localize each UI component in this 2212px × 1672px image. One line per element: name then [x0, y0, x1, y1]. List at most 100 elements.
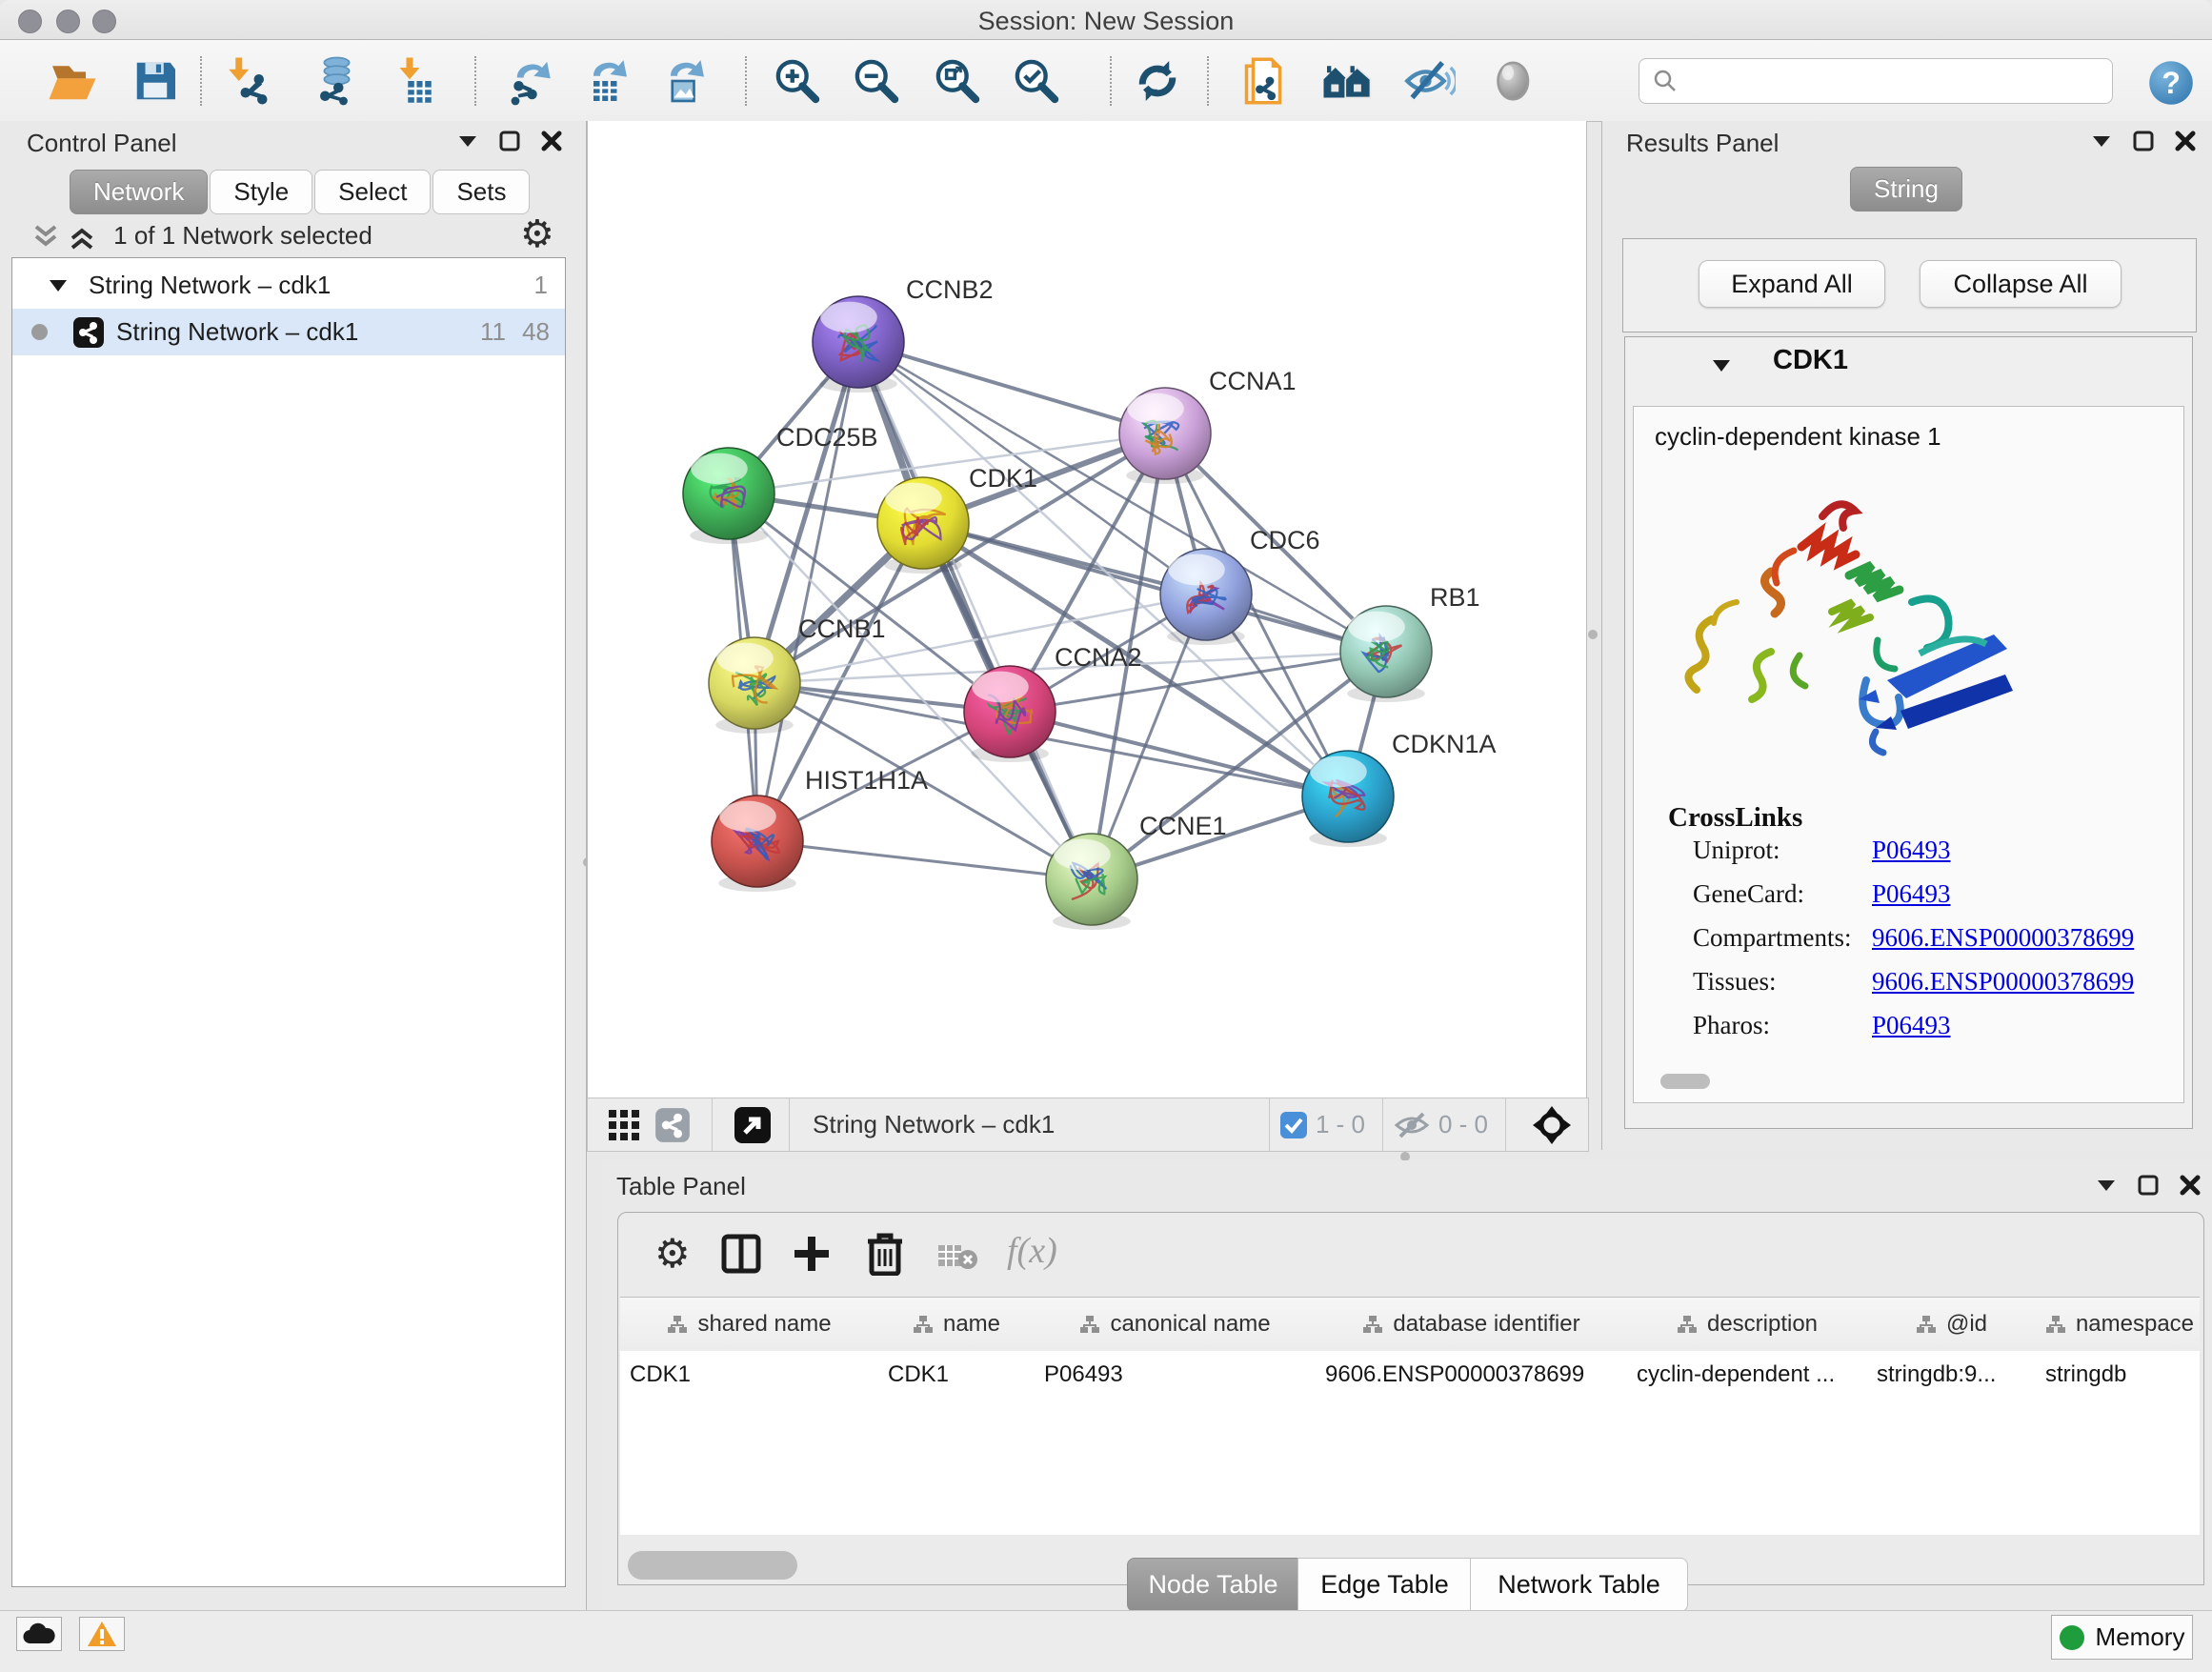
zoom-out-icon[interactable] [849, 53, 904, 109]
zoom-fit-icon[interactable] [930, 53, 985, 109]
node-table[interactable]: shared nameCDK1nameCDK1canonical nameP06… [620, 1297, 2200, 1535]
export-image-icon[interactable] [656, 53, 712, 109]
zoom-in-icon[interactable] [770, 53, 825, 109]
network-node-ccna1[interactable]: CCNA1 [1119, 367, 1297, 484]
tab-network[interactable]: Network [70, 170, 208, 214]
expand-all-button[interactable]: Expand All [1699, 260, 1885, 308]
import-network-database-icon[interactable] [306, 53, 361, 109]
tab-sets[interactable]: Sets [432, 170, 530, 214]
column-header-description[interactable]: description [1627, 1298, 1868, 1351]
add-column-icon[interactable] [792, 1234, 832, 1274]
table-cell[interactable]: stringdb:9... [1867, 1351, 2036, 1399]
network-canvas[interactable]: CCNB2CCNA1CDC25BCDK1CDC6RB1CCNB1CCNA2CDK… [587, 121, 1587, 1098]
crosslink-value-link[interactable]: 9606.ENSP00000378699 [1872, 967, 2134, 997]
network-node-rb1[interactable]: RB1 [1340, 583, 1480, 702]
close-panel-icon[interactable] [2175, 131, 2196, 151]
crosslink-value-link[interactable]: P06493 [1872, 879, 1951, 909]
network-node-ccne1[interactable]: CCNE1 [1046, 812, 1227, 930]
close-panel-icon[interactable] [541, 131, 562, 151]
search-input[interactable] [1685, 67, 2112, 95]
network-from-file-icon[interactable] [1236, 53, 1291, 109]
node-label: HIST1H1A [805, 766, 928, 795]
selected-checkbox-icon[interactable] [1279, 1111, 1308, 1139]
tab-string[interactable]: String [1850, 167, 1962, 212]
network-node-cdkn1a[interactable]: CDKN1A [1302, 730, 1497, 847]
panel-menu-icon[interactable] [457, 134, 478, 148]
separator [712, 1098, 713, 1151]
help-icon[interactable]: ? [2143, 55, 2199, 111]
column-header-canonical-name[interactable]: canonical name [1035, 1298, 1317, 1351]
window-titlebar: Session: New Session [0, 0, 2212, 40]
network-node-hist1h1a[interactable]: HIST1H1A [712, 766, 928, 892]
grid-view-icon[interactable] [607, 1108, 641, 1142]
vertical-splitter-handle[interactable] [1588, 630, 1598, 639]
import-table-icon[interactable] [389, 53, 444, 109]
panel-menu-icon[interactable] [2091, 134, 2112, 148]
hide-selection-icon[interactable] [1401, 53, 1457, 109]
crosslink-value-link[interactable]: 9606.ENSP00000378699 [1872, 923, 2134, 953]
search-box[interactable] [1639, 58, 2113, 104]
tab-style[interactable]: Style [210, 170, 312, 214]
tab-node-table[interactable]: Node Table [1127, 1558, 1299, 1612]
refresh-icon[interactable] [1130, 53, 1185, 109]
table-cell[interactable]: 9606.ENSP00000378699 [1316, 1351, 1627, 1399]
table-hscrollbar-thumb[interactable] [628, 1551, 797, 1580]
warnings-button[interactable] [79, 1617, 125, 1651]
float-panel-icon[interactable] [2138, 1175, 2159, 1196]
network-node-ccnb1[interactable]: CCNB1 [709, 614, 886, 734]
panel-menu-icon[interactable] [2096, 1178, 2117, 1192]
column-header-database-identifier[interactable]: database identifier [1316, 1298, 1628, 1351]
network-view-icon[interactable] [654, 1107, 691, 1143]
network-view-title: String Network – cdk1 [813, 1110, 1055, 1139]
tab-network-table[interactable]: Network Table [1470, 1558, 1688, 1612]
table-cell[interactable]: CDK1 [620, 1351, 878, 1399]
tab-edge-table[interactable]: Edge Table [1297, 1558, 1472, 1612]
network-row-selected[interactable]: String Network – cdk1 11 48 [12, 309, 565, 355]
cloud-button[interactable] [16, 1617, 62, 1651]
toolbar-separator [745, 56, 747, 106]
birdseye-view-icon[interactable] [734, 1106, 772, 1144]
float-panel-icon[interactable] [499, 131, 520, 151]
crosslink-value-link[interactable]: P06493 [1872, 836, 1951, 865]
network-collection-row[interactable]: String Network – cdk1 1 [12, 262, 565, 309]
table-cell[interactable]: P06493 [1035, 1351, 1316, 1399]
import-network-icon[interactable] [223, 53, 278, 109]
float-panel-icon[interactable] [2133, 131, 2154, 151]
hidden-eye-icon[interactable] [1393, 1110, 1431, 1140]
table-cell[interactable]: CDK1 [878, 1351, 1035, 1399]
column-header-namespace[interactable]: namespace [2036, 1298, 2200, 1351]
delete-column-icon[interactable] [866, 1232, 904, 1276]
memory-button[interactable]: Memory [2051, 1615, 2193, 1660]
node-label: CDK1 [969, 464, 1037, 493]
table-cell[interactable]: stringdb [2036, 1351, 2200, 1399]
select-columns-icon[interactable] [721, 1234, 761, 1274]
column-header-shared-name[interactable]: shared name [620, 1298, 879, 1351]
column-header--id[interactable]: @id [1867, 1298, 2037, 1351]
export-table-icon[interactable] [579, 53, 634, 109]
gear-icon[interactable]: ⚙ [654, 1234, 691, 1274]
show-selection-icon[interactable] [1487, 53, 1542, 109]
collapse-all-button[interactable]: Collapse All [1920, 260, 2122, 308]
save-session-icon[interactable] [128, 53, 183, 109]
column-header-name[interactable]: name [878, 1298, 1036, 1351]
network-edge[interactable] [757, 841, 1092, 879]
crosslink-label: Pharos: [1693, 1011, 1770, 1040]
tree-expander-icon[interactable] [49, 279, 68, 292]
network-row-label: String Network – cdk1 [116, 317, 358, 347]
results-hscrollbar-thumb[interactable] [1660, 1074, 1710, 1089]
network-edge[interactable] [858, 342, 1165, 433]
close-panel-icon[interactable] [2180, 1175, 2201, 1196]
network-node-cdc25b[interactable]: CDC25B [683, 423, 878, 544]
fit-content-icon[interactable] [1531, 1104, 1573, 1146]
network-node-cdk1[interactable]: CDK1 [877, 464, 1037, 574]
zoom-selected-icon[interactable] [1009, 53, 1064, 109]
crosslink-value-link[interactable]: P06493 [1872, 1011, 1951, 1040]
home-icon[interactable] [1319, 53, 1375, 109]
separator [1505, 1098, 1506, 1151]
gear-icon[interactable]: ⚙ [520, 215, 554, 253]
table-cell[interactable]: cyclin-dependent ... [1627, 1351, 1867, 1399]
tab-select[interactable]: Select [314, 170, 431, 214]
export-network-icon[interactable] [501, 53, 556, 109]
section-expander-icon[interactable] [1711, 358, 1732, 373]
open-session-icon[interactable] [45, 53, 100, 109]
